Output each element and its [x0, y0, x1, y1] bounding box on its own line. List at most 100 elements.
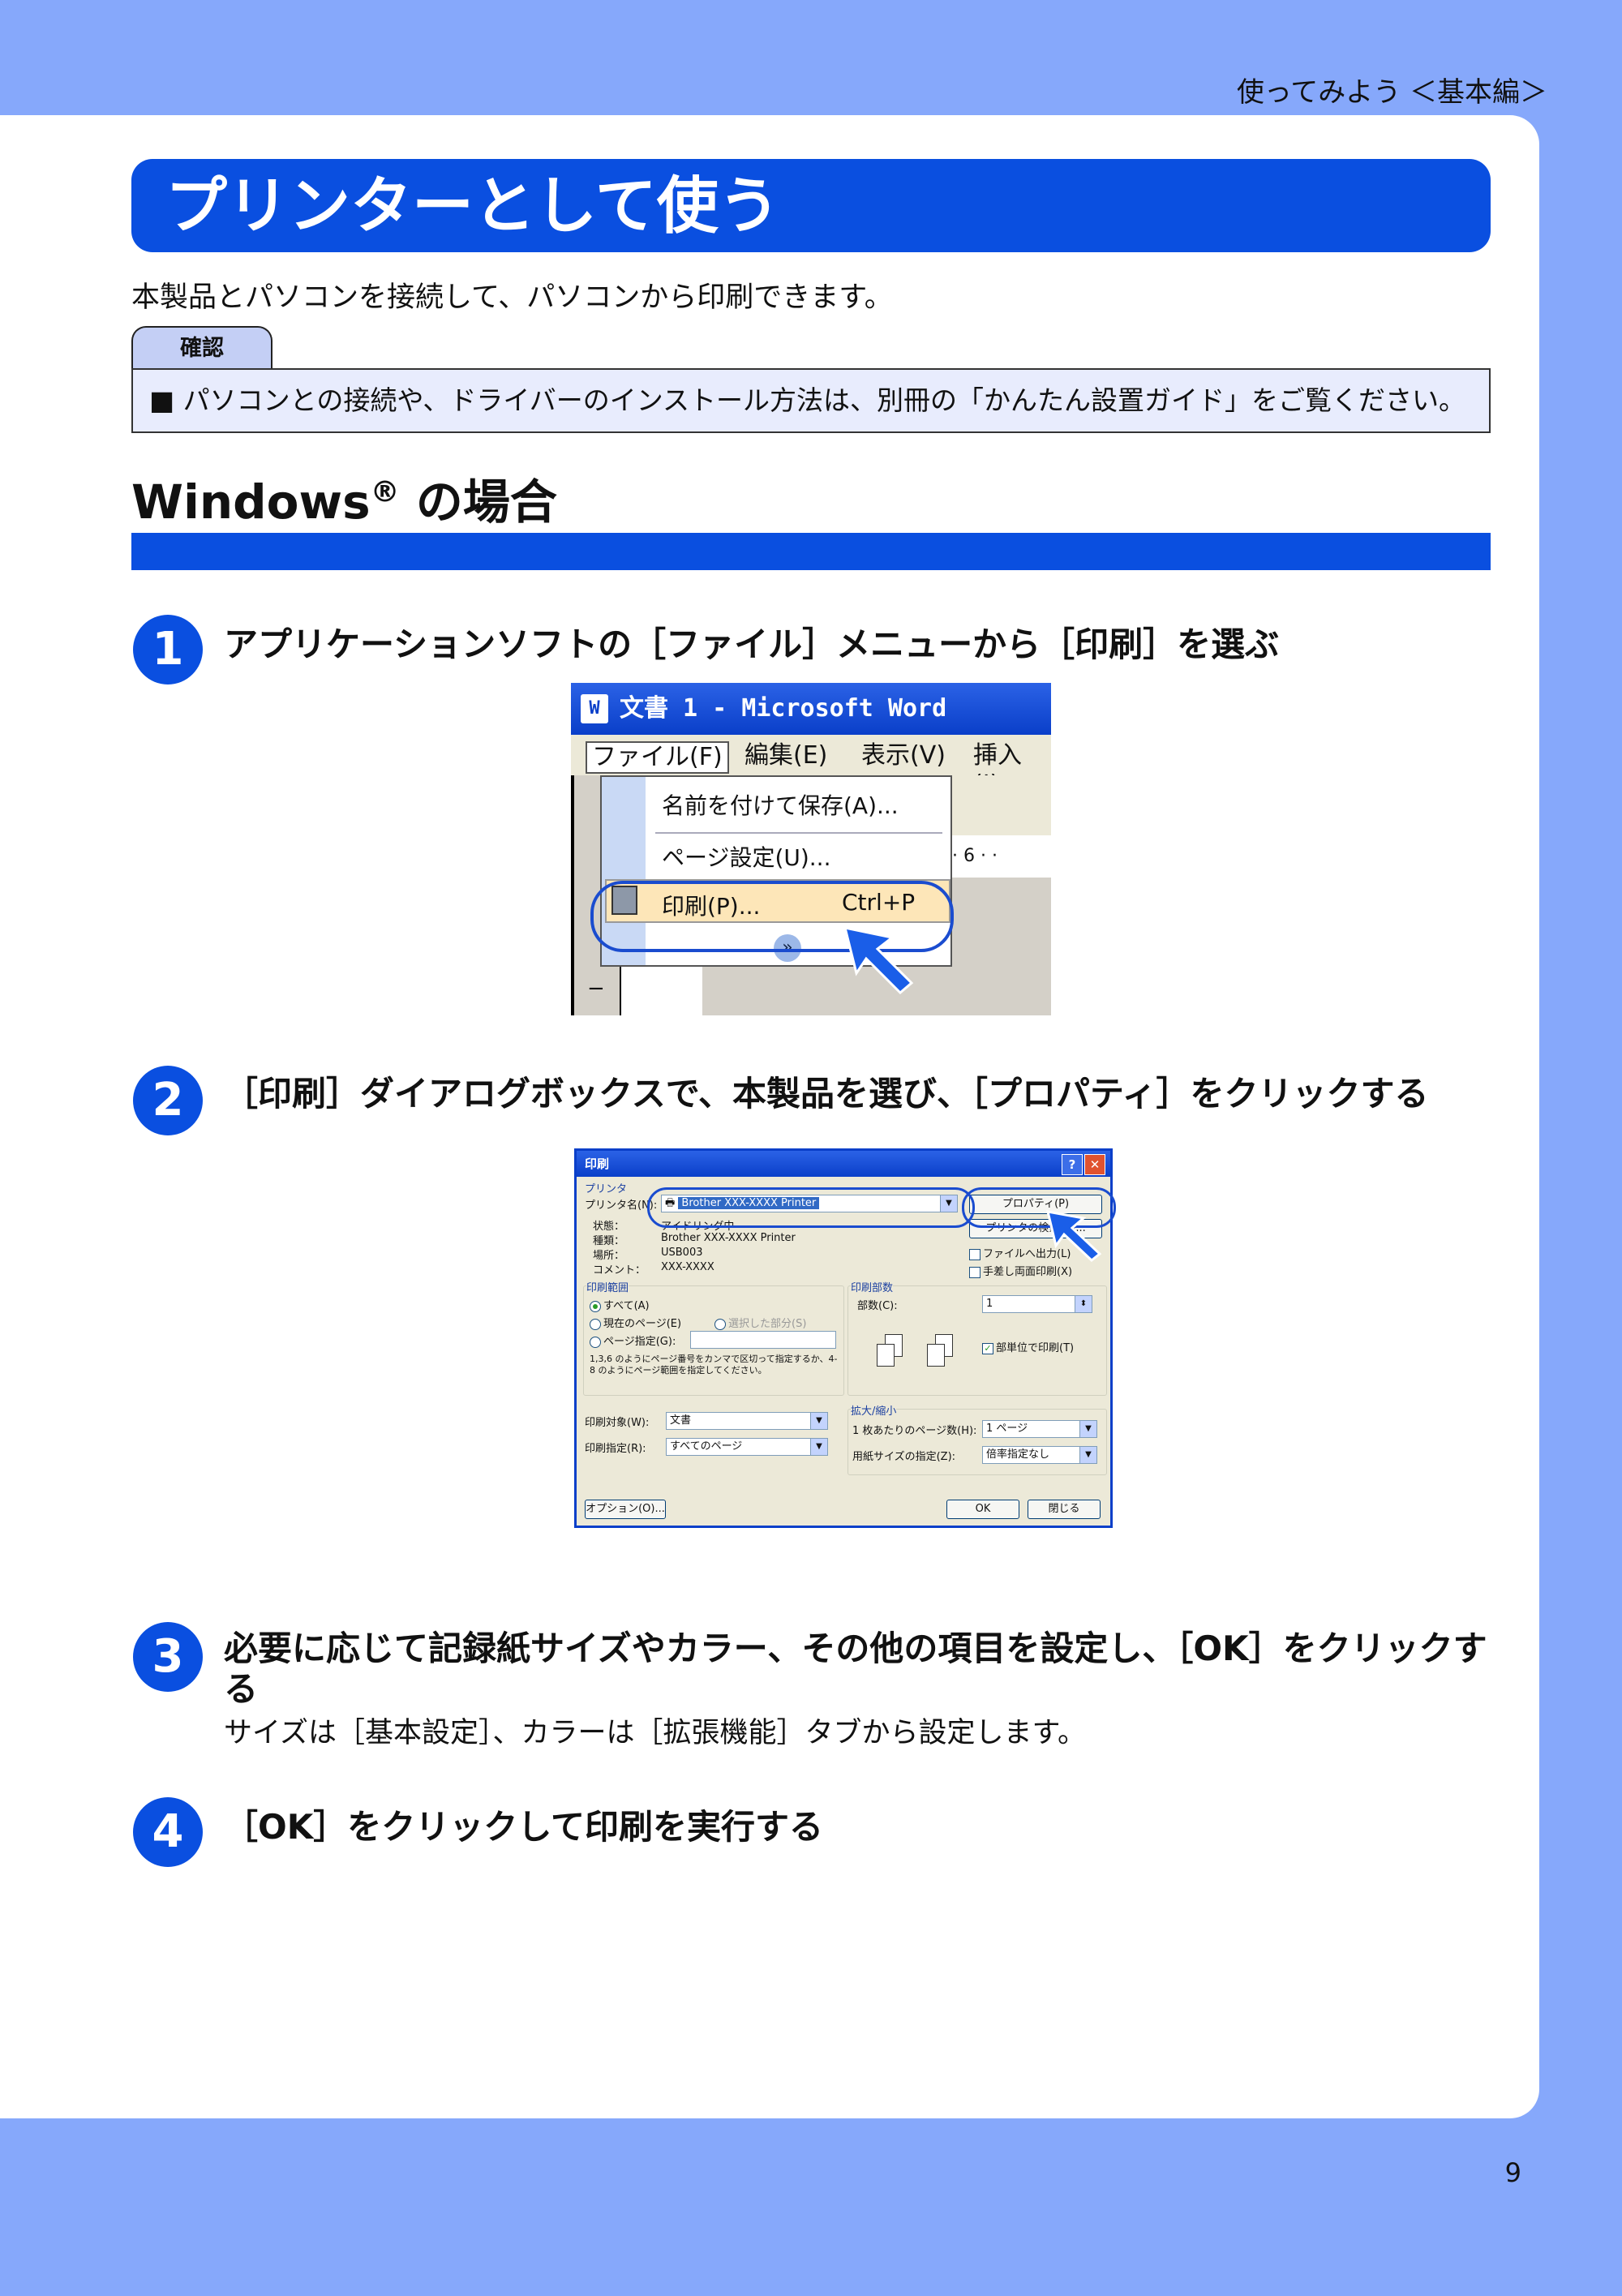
print-what-value: 文書 [670, 1414, 692, 1427]
manual-duplex-label: 手差し両面印刷(X) [983, 1266, 1073, 1278]
comment-value: XXX-XXXX [661, 1261, 714, 1273]
step-number: 2 [133, 1066, 203, 1135]
page-number: 9 [1504, 2157, 1521, 2188]
menu-insert[interactable]: 挿入(I) [968, 741, 1051, 799]
zoom-group-label: 拡大/縮小 [851, 1402, 897, 1418]
step-number: 1 [133, 615, 203, 685]
print-what-select[interactable]: 文書 ▼ [666, 1412, 828, 1430]
range-all-radio[interactable]: すべて(A) [590, 1297, 650, 1312]
print-select[interactable]: すべてのページ ▼ [666, 1438, 828, 1456]
printer-name-highlight-ring [647, 1187, 975, 1228]
ruler-text: · 6 · · [952, 846, 998, 866]
range-selection-label: 選択した部分(S) [728, 1318, 807, 1330]
options-button[interactable]: オプション(O)... [585, 1500, 666, 1519]
word-app-icon: W [581, 694, 608, 723]
word-titlebar: W 文書 1 - Microsoft Word [571, 683, 1051, 735]
collate-page-icon [877, 1344, 895, 1367]
pointer-arrow-icon [1046, 1210, 1102, 1262]
help-icon[interactable]: ? [1062, 1154, 1083, 1175]
pages-per-sheet-value: 1 ページ [986, 1423, 1028, 1435]
pointer-arrow-icon [843, 926, 914, 994]
range-selection-radio[interactable]: 選択した部分(S) [714, 1315, 806, 1330]
print-what-label: 印刷対象(W): [585, 1417, 650, 1429]
registered-mark: ® [370, 475, 400, 509]
checkbox-icon [969, 1266, 980, 1278]
word-screenshot: W 文書 1 - Microsoft Word ファイル(F) 編集(E) 表示… [571, 683, 1051, 1015]
menu-separator [655, 832, 942, 834]
print-value: すべてのページ [670, 1440, 743, 1453]
range-pages-label: ページ指定(G): [603, 1336, 676, 1348]
menu-edit[interactable]: 編集(E) [740, 741, 832, 770]
page-content: プリンターとして使う 本製品とパソコンを接続して、パソコンから印刷できます。 確… [0, 115, 1539, 2118]
scale-value: 倍率指定なし [986, 1448, 1050, 1461]
section-heading: Windows® の場合 [131, 464, 557, 532]
copies-spinner[interactable]: 1 ⬍ [982, 1295, 1092, 1313]
step-number: 4 [133, 1797, 203, 1867]
range-hint: 1,3,6 のようにページ番号をカンマで区切って指定するか、4-8 のようにペー… [590, 1354, 838, 1375]
print-label: 印刷指定(R): [585, 1443, 646, 1455]
collate-checkbox[interactable]: ✓ 部単位で印刷(T) [982, 1339, 1074, 1354]
note-box: ■ パソコンとの接続や、ドライバーのインストール方法は、別冊の「かんたん設置ガイ… [131, 368, 1491, 433]
scale-label: 用紙サイズの指定(Z): [852, 1451, 956, 1463]
chevron-down-icon[interactable]: ▼ [1079, 1421, 1096, 1437]
pages-per-sheet-label: 1 枚あたりのページ数(H): [852, 1425, 977, 1437]
ok-button[interactable]: OK [946, 1500, 1019, 1519]
menu-item-page-setup[interactable]: ページ設定(U)... [662, 840, 830, 873]
word-menubar: ファイル(F) 編集(E) 表示(V) 挿入(I) [571, 735, 1051, 799]
location-value: USB003 [661, 1247, 703, 1259]
spinner-icon[interactable]: ⬍ [1075, 1296, 1092, 1312]
pages-per-sheet-select[interactable]: 1 ページ ▼ [982, 1420, 1097, 1438]
chevron-down-icon[interactable]: ▼ [810, 1439, 827, 1455]
range-all-label: すべて(A) [603, 1300, 650, 1312]
range-pages-radio[interactable]: ページ指定(G): [590, 1333, 676, 1348]
page-title: プリンターとして使う [131, 159, 1491, 252]
location-label: 場所： [593, 1250, 625, 1262]
close-icon[interactable]: ✕ [1084, 1154, 1105, 1175]
type-value: Brother XXX-XXXX Printer [661, 1232, 796, 1244]
radio-icon [590, 1300, 601, 1312]
step-title: ［OK］をクリックして印刷を実行する [224, 1807, 823, 1847]
checkbox-icon [969, 1248, 980, 1260]
section-label: 使ってみよう ＜基本編＞ [1236, 76, 1547, 109]
note-tab: 確認 [131, 326, 272, 368]
printer-group-label: プリンタ [585, 1183, 628, 1195]
word-ruler: · 6 · · [952, 835, 1051, 878]
type-label: 種類： [593, 1235, 625, 1247]
copies-label: 部数(C): [857, 1300, 898, 1312]
print-dialog-title: 印刷 [585, 1157, 610, 1171]
step-description: サイズは［基本設定］、カラーは［拡張機能］タブから設定します。 [224, 1717, 1086, 1749]
comment-label: コメント： [593, 1264, 646, 1277]
range-current-label: 現在のページ(E) [603, 1318, 682, 1330]
chevron-down-icon[interactable]: ▼ [1079, 1447, 1096, 1463]
step-title: 必要に応じて記録紙サイズやカラー、その他の項目を設定し、［OK］をクリックする [224, 1629, 1487, 1709]
radio-icon [590, 1336, 601, 1348]
word-window-title: 文書 1 - Microsoft Word [620, 694, 947, 723]
manual-duplex-checkbox[interactable]: 手差し両面印刷(X) [969, 1263, 1072, 1278]
close-button[interactable]: 閉じる [1028, 1500, 1101, 1519]
copies-group-label: 印刷部数 [851, 1279, 894, 1294]
print-dialog-titlebar: 印刷 ? ✕ [577, 1151, 1110, 1177]
zoom-group [847, 1409, 1107, 1475]
word-dash: − [587, 976, 605, 1001]
note-text: ■ パソコンとの接続や、ドライバーのインストール方法は、別冊の「かんたん設置ガイ… [149, 384, 1466, 416]
range-group-label: 印刷範囲 [586, 1279, 629, 1294]
menu-view[interactable]: 表示(V) [856, 741, 950, 770]
intro-text: 本製品とパソコンを接続して、パソコンから印刷できます。 [131, 281, 893, 314]
step-title: ［印刷］ダイアログボックスで、本製品を選び、［プロパティ］をクリックする [224, 1074, 1429, 1114]
range-current-radio[interactable]: 現在のページ(E) [590, 1315, 681, 1330]
collate-label: 部単位で印刷(T) [996, 1342, 1075, 1354]
section-bar [131, 533, 1491, 570]
collate-page-icon [927, 1344, 945, 1367]
check-icon: ✓ [982, 1342, 993, 1354]
section-heading-main: Windows [131, 474, 371, 530]
radio-icon [714, 1318, 726, 1330]
menu-item-save-as[interactable]: 名前を付けて保存(A)... [662, 788, 899, 821]
status-label: 状態： [593, 1221, 625, 1233]
menu-file[interactable]: ファイル(F) [586, 741, 729, 774]
radio-icon [590, 1318, 601, 1330]
section-heading-suffix: の場合 [399, 474, 557, 530]
range-pages-input[interactable] [690, 1331, 836, 1349]
chevron-down-icon[interactable]: ▼ [810, 1413, 827, 1429]
scale-select[interactable]: 倍率指定なし ▼ [982, 1446, 1097, 1464]
word-frame-edge [571, 775, 574, 1015]
